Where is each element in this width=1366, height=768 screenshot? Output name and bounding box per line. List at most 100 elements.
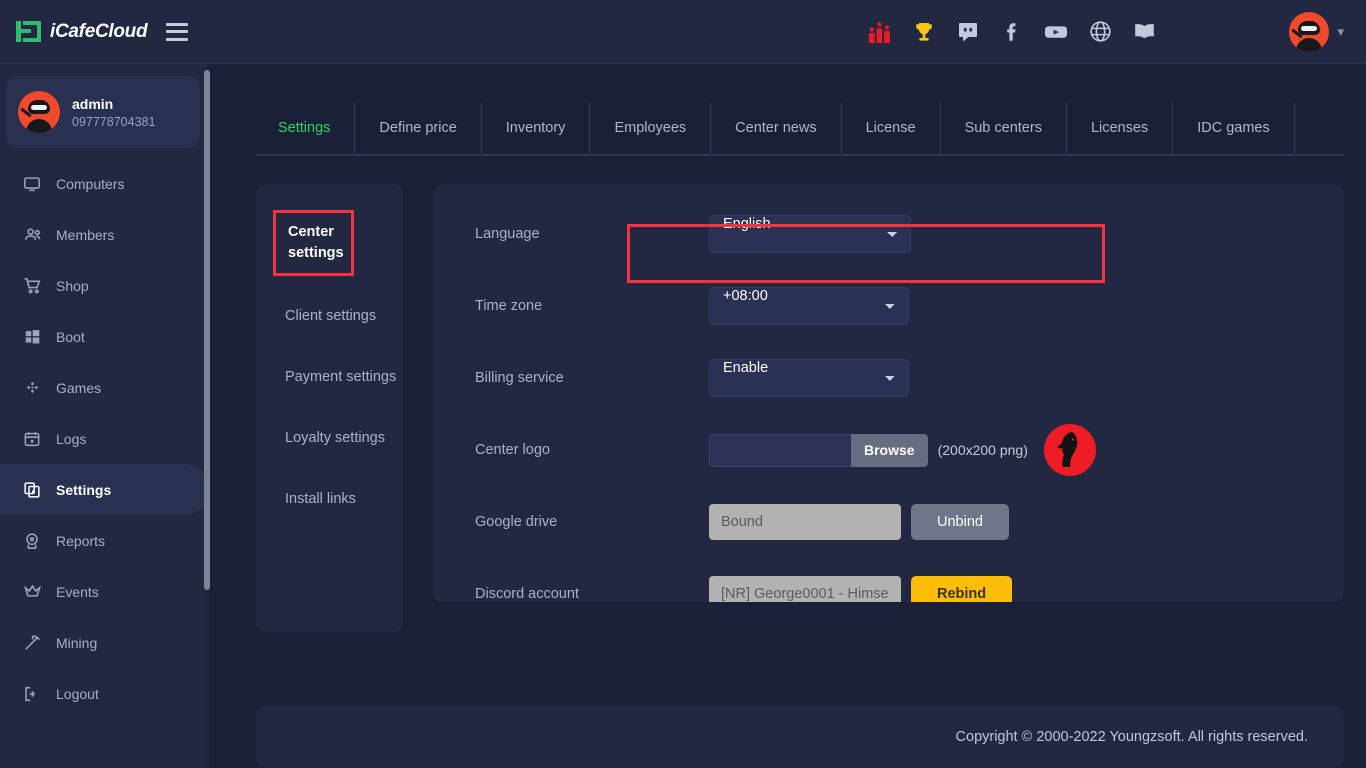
sidebar-item-games[interactable]: Games bbox=[0, 362, 210, 413]
facebook-icon[interactable] bbox=[997, 17, 1027, 47]
book-icon[interactable] bbox=[1129, 17, 1159, 47]
profile-name: admin bbox=[72, 95, 114, 112]
language-select[interactable]: English bbox=[709, 215, 911, 253]
sidebar-item-label: Shop bbox=[56, 277, 89, 294]
icafecloud-logo-icon bbox=[16, 20, 42, 44]
ranking-chart-icon[interactable] bbox=[865, 17, 895, 47]
subnav-item-center-settings[interactable]: Center settings bbox=[273, 210, 354, 276]
globe-icon[interactable] bbox=[1085, 17, 1115, 47]
sidebar-item-logs[interactable]: Logs bbox=[0, 413, 210, 464]
users-icon bbox=[22, 225, 42, 245]
tab-label: Licenses bbox=[1090, 120, 1149, 136]
sidebar-item-members[interactable]: Members bbox=[0, 209, 210, 260]
billing-select[interactable]: Enable bbox=[709, 359, 909, 397]
subnav-item-install-links[interactable]: Install links bbox=[256, 479, 403, 520]
tab-idc-games[interactable]: IDC games bbox=[1173, 102, 1295, 154]
page-body: Settings Define price Inventory Employee… bbox=[210, 64, 1366, 688]
tab-label: License bbox=[865, 120, 916, 136]
copy-play-icon bbox=[22, 480, 42, 500]
sidebar-item-events[interactable]: Events bbox=[0, 566, 210, 617]
sidebar-item-mining[interactable]: Mining bbox=[0, 617, 210, 668]
subnav-item-loyalty-settings[interactable]: Loyalty settings bbox=[256, 418, 403, 459]
tab-licenses[interactable]: Licenses bbox=[1067, 102, 1174, 154]
footer-wrap: Copyright © 2000-2022 Youngzsoft. All ri… bbox=[210, 688, 1366, 768]
tab-inventory[interactable]: Inventory bbox=[482, 102, 591, 154]
sidebar-item-label: Reports bbox=[56, 532, 106, 549]
topbar-icon-group bbox=[865, 17, 1159, 47]
tab-label: Define price bbox=[379, 120, 457, 136]
center-logo-path bbox=[709, 433, 851, 467]
tab-label: Employees bbox=[614, 120, 687, 136]
unbind-button[interactable]: Unbind bbox=[911, 504, 1009, 540]
subnav-label: Install links bbox=[285, 491, 356, 507]
youtube-icon[interactable] bbox=[1041, 17, 1071, 47]
app-root: iCafeCloud admin 097778704381 Computers bbox=[0, 0, 1366, 768]
sidebar-nav: Computers Members Shop Boot Games Logs S… bbox=[0, 154, 210, 768]
tab-label: Settings bbox=[278, 120, 331, 136]
subnav-label: Payment settings bbox=[285, 369, 397, 385]
subnav-item-client-settings[interactable]: Client settings bbox=[256, 296, 403, 337]
tab-sub-centers[interactable]: Sub centers bbox=[941, 102, 1067, 154]
center-logo-file-input[interactable]: Browse bbox=[709, 433, 928, 467]
tab-settings[interactable]: Settings bbox=[256, 102, 356, 154]
tab-label: IDC games bbox=[1197, 120, 1270, 136]
footer: Copyright © 2000-2022 Youngzsoft. All ri… bbox=[256, 706, 1344, 768]
badge-icon bbox=[22, 531, 42, 551]
sidebar-item-settings[interactable]: Settings bbox=[0, 464, 210, 515]
gamepad-icon bbox=[22, 378, 42, 398]
google-drive-label: Google drive bbox=[475, 514, 558, 530]
tab-employees[interactable]: Employees bbox=[590, 102, 712, 154]
browse-button[interactable]: Browse bbox=[851, 433, 928, 467]
tab-label: Sub centers bbox=[964, 120, 1042, 136]
tab-license[interactable]: License bbox=[842, 102, 941, 154]
form-row-google-drive: Google drive Unbind bbox=[433, 486, 1344, 558]
sidebar-item-logout[interactable]: Logout bbox=[0, 668, 210, 719]
sidebar-item-label: Members bbox=[56, 226, 115, 243]
sidebar-item-label: Logs bbox=[56, 430, 87, 447]
sidebar-item-label: Logout bbox=[56, 685, 99, 702]
settings-content: Center settings Client settings Payment … bbox=[256, 184, 1344, 632]
tab-define-price[interactable]: Define price bbox=[355, 102, 482, 154]
sidebar-item-label: Settings bbox=[56, 481, 112, 498]
form-row-language: Language English bbox=[433, 198, 1344, 270]
timezone-select[interactable]: +08:00 bbox=[709, 287, 909, 325]
sidebar-item-label: Games bbox=[56, 379, 102, 396]
topbar: ▾ bbox=[210, 0, 1366, 64]
chevron-down-icon: ▾ bbox=[1337, 23, 1344, 39]
form-row-billing: Billing service Enable bbox=[433, 342, 1344, 414]
discord-account-input bbox=[709, 576, 901, 602]
sidebar-item-shop[interactable]: Shop bbox=[0, 260, 210, 311]
tab-bar-filler bbox=[1295, 102, 1344, 154]
monitor-icon bbox=[22, 174, 42, 194]
center-logo-label: Center logo bbox=[475, 442, 550, 458]
hamburger-icon[interactable] bbox=[166, 22, 188, 41]
center-logo-hint: (200x200 png) bbox=[937, 442, 1028, 458]
tab-center-news[interactable]: Center news bbox=[711, 102, 842, 154]
rebind-button[interactable]: Rebind bbox=[911, 576, 1013, 602]
trophy-icon[interactable] bbox=[909, 17, 939, 47]
settings-subnav: Center settings Client settings Payment … bbox=[256, 184, 403, 632]
subnav-label: Center settings bbox=[288, 224, 344, 261]
form-row-discord-account: Discord account Rebind bbox=[433, 558, 1344, 602]
sidebar-item-label: Computers bbox=[56, 175, 125, 192]
subnav-label: Loyalty settings bbox=[285, 430, 385, 446]
cart-icon bbox=[22, 276, 42, 296]
sidebar-item-boot[interactable]: Boot bbox=[0, 311, 210, 362]
calendar-icon bbox=[22, 429, 42, 449]
discord-icon[interactable] bbox=[953, 17, 983, 47]
ninja-avatar-icon bbox=[18, 91, 60, 133]
dragon-logo-icon bbox=[1043, 424, 1096, 476]
brand-name: iCafeCloud bbox=[50, 20, 148, 42]
sidebar-profile[interactable]: admin 097778704381 bbox=[6, 76, 200, 148]
sidebar-item-computers[interactable]: Computers bbox=[0, 158, 210, 209]
user-menu[interactable]: ▾ bbox=[1289, 11, 1344, 52]
form-row-center-logo: Center logo Browse (200x200 png) bbox=[433, 414, 1344, 486]
sidebar-item-label: Mining bbox=[56, 634, 98, 651]
sidebar-item-reports[interactable]: Reports bbox=[0, 515, 210, 566]
discord-account-label: Discord account bbox=[475, 586, 579, 602]
subnav-item-payment-settings[interactable]: Payment settings bbox=[256, 357, 403, 398]
pickaxe-icon bbox=[22, 633, 42, 653]
form-row-timezone: Time zone +08:00 bbox=[433, 270, 1344, 342]
main-region: ▾ Settings Define price Inventory Employ… bbox=[210, 0, 1366, 768]
google-drive-input bbox=[709, 504, 901, 540]
